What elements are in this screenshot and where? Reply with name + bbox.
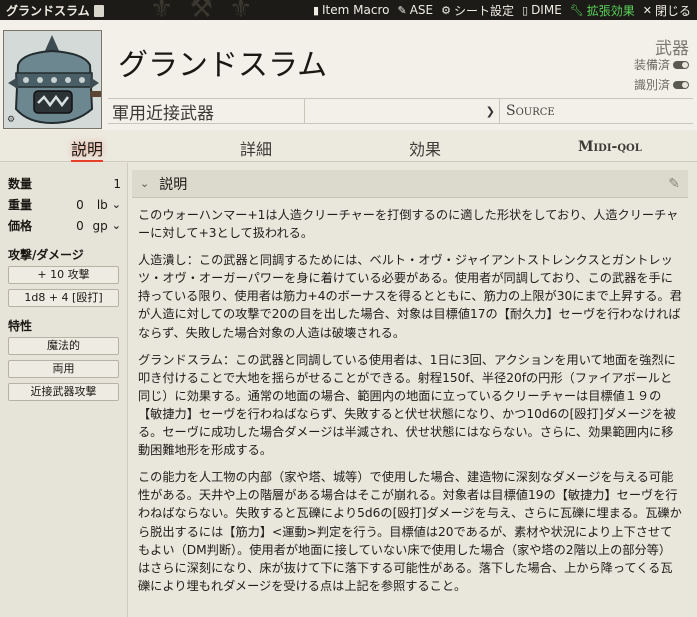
equipped-toggle[interactable]: 装備済 bbox=[634, 56, 689, 73]
close-icon: ✕ bbox=[642, 3, 652, 17]
weight-unit[interactable]: lb bbox=[90, 198, 108, 212]
pencil-icon: ✎ bbox=[397, 3, 407, 17]
source-field[interactable]: Source bbox=[499, 99, 693, 123]
close-button[interactable]: ✕ 閉じる bbox=[643, 2, 691, 19]
property-melee-attack[interactable]: 近接武器攻撃 bbox=[8, 383, 119, 401]
edit-icon[interactable]: ✎ bbox=[668, 176, 680, 192]
tab-midi-qol[interactable]: Midi-qol bbox=[578, 139, 642, 155]
description-paragraph: グランドスラム：この武器と同調している使用者は、1日に3回、アクションを用いて地… bbox=[138, 352, 676, 458]
window-actions: ▮ Item Macro ✎ ASE ⚙ シート設定 ▯ DIME 🔧︎ 拡張効… bbox=[313, 2, 697, 19]
price-label: 価格 bbox=[8, 219, 33, 233]
title-bar-watermark: ⚜ ⚒ ⚜ bbox=[150, 0, 257, 20]
identified-switch-icon[interactable] bbox=[673, 80, 689, 89]
price-row: 価格 0 gp ⌄ bbox=[8, 215, 121, 236]
item-header: ⚙ グランドスラム 武器 装備済 識別済 軍用近接武器 ❯ Source bbox=[0, 20, 697, 130]
description-paragraph: この能力を人工物の内部（家や塔、城等）で使用した場合、建造物に深刻なダメージを与… bbox=[138, 470, 682, 593]
file-icon: ▮ bbox=[312, 3, 320, 17]
quantity-input[interactable]: 1 bbox=[113, 177, 121, 191]
portrait-settings-icon[interactable]: ⚙ bbox=[7, 116, 16, 125]
ase-label: ASE bbox=[409, 3, 434, 17]
sheet-settings-label: シート設定 bbox=[453, 3, 514, 18]
description-header[interactable]: ⌄ 説明 ✎ bbox=[132, 170, 688, 198]
description-paragraph: このウォーハンマー+1は人造クリーチャーを打倒するのに適した形状をしており、人造… bbox=[138, 208, 679, 241]
dime-label: DIME bbox=[531, 3, 562, 17]
chevron-down-icon[interactable]: ⌄ bbox=[140, 177, 149, 190]
weight-input[interactable]: 0 bbox=[76, 198, 84, 212]
item-macro-label: Item Macro bbox=[322, 3, 390, 17]
close-label: 閉じる bbox=[654, 3, 691, 18]
item-portrait[interactable]: ⚙ bbox=[3, 30, 102, 129]
window-title-bar[interactable]: ⚜ ⚒ ⚜ グランドスラム ▮ Item Macro ✎ ASE ⚙ シート設定… bbox=[0, 0, 697, 20]
wrench-icon: 🔧︎ bbox=[569, 3, 584, 17]
chevron-down-icon[interactable]: ⌄ bbox=[112, 198, 121, 211]
weapon-subtype: 軍用近接武器 bbox=[112, 103, 214, 124]
dime-button[interactable]: ▯ DIME bbox=[522, 2, 562, 19]
damage-pill[interactable]: 1d8 + 4 [殴打] bbox=[8, 289, 119, 307]
description-panel: ⌄ 説明 ✎ このウォーハンマー+1は人造クリーチャーを打倒するのに適した形状を… bbox=[132, 170, 688, 617]
tab-effects[interactable]: 効果 bbox=[409, 136, 441, 160]
sheet-tabs: 説明 詳細 効果 Midi-qol bbox=[0, 130, 697, 162]
sheet-settings-button[interactable]: ⚙ シート設定 bbox=[441, 2, 514, 19]
equipped-label: 装備済 bbox=[633, 58, 670, 72]
ase-button[interactable]: ✎ ASE bbox=[397, 2, 433, 19]
warhammer-portrait-image bbox=[4, 31, 101, 128]
attack-bonus-pill[interactable]: + 10 攻撃 bbox=[8, 266, 119, 284]
weight-label: 重量 bbox=[8, 198, 33, 212]
file-icon: ▯ bbox=[522, 3, 529, 17]
gear-icon: ⚙ bbox=[441, 3, 451, 17]
quantity-row: 数量 1 bbox=[8, 173, 121, 194]
weight-row: 重量 0 lb ⌄ bbox=[8, 194, 121, 215]
tab-details[interactable]: 詳細 bbox=[240, 136, 272, 160]
document-id-icon[interactable] bbox=[93, 5, 104, 17]
extended-effects-button[interactable]: 🔧︎ 拡張効果 bbox=[570, 2, 635, 19]
window-title: グランドスラム bbox=[6, 3, 90, 18]
equipped-switch-icon[interactable] bbox=[673, 60, 689, 69]
item-properties-sidebar: 数量 1 重量 0 lb ⌄ 価格 0 gp ⌄ 攻撃/ダメージ + 10 攻撃… bbox=[0, 163, 128, 617]
identified-toggle[interactable]: 識別済 bbox=[634, 76, 689, 93]
weapon-type-select[interactable]: ❯ bbox=[304, 99, 499, 123]
item-macro-button[interactable]: ▮ Item Macro bbox=[313, 2, 390, 19]
property-magical[interactable]: 魔法的 bbox=[8, 337, 119, 355]
description-paragraph: 人造潰し：この武器と同調するためには、ベルト・オヴ・ジャイアントストレンクスとガ… bbox=[138, 253, 682, 340]
description-heading: 説明 bbox=[159, 176, 188, 193]
chevron-down-icon[interactable]: ⌄ bbox=[112, 219, 121, 232]
subtype-row: 軍用近接武器 ❯ Source bbox=[108, 98, 693, 124]
tab-description[interactable]: 説明 bbox=[71, 136, 104, 162]
quantity-label: 数量 bbox=[8, 177, 33, 191]
attack-damage-heading: 攻撃/ダメージ bbox=[8, 248, 84, 262]
properties-heading: 特性 bbox=[8, 319, 33, 333]
property-versatile[interactable]: 両用 bbox=[8, 360, 119, 378]
extended-effects-label: 拡張効果 bbox=[586, 3, 635, 18]
price-unit[interactable]: gp bbox=[90, 219, 108, 233]
description-body: このウォーハンマー+1は人造クリーチャーを打倒するのに適した形状をしており、人造… bbox=[132, 198, 688, 595]
item-name[interactable]: グランドスラム bbox=[118, 40, 327, 84]
price-input[interactable]: 0 bbox=[76, 219, 84, 233]
identified-label: 識別済 bbox=[633, 78, 670, 92]
chevron-down-icon: ❯ bbox=[485, 104, 495, 118]
